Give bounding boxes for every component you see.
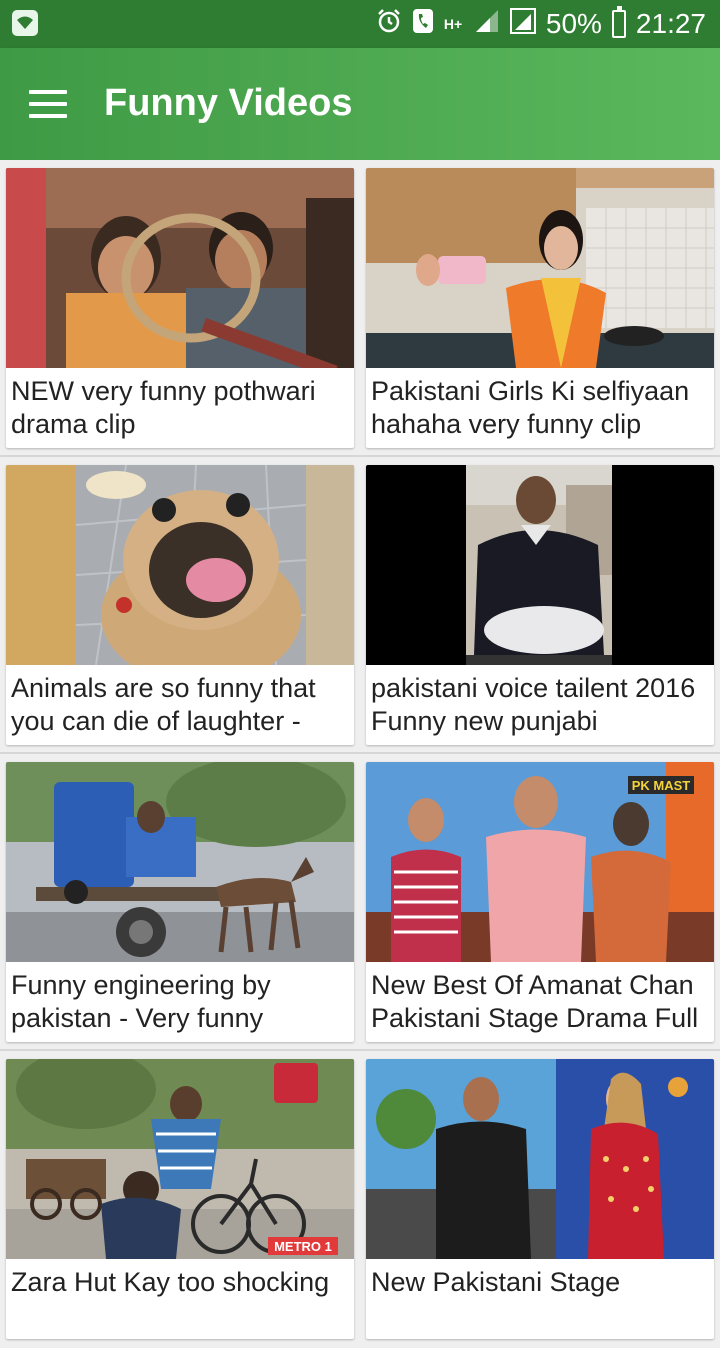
video-thumbnail <box>6 762 354 962</box>
signal-icon <box>474 8 500 41</box>
hamburger-icon <box>29 90 67 94</box>
video-thumbnail <box>366 168 714 368</box>
video-row: METRO 1 Zara Hut Kay too shocking New Pa… <box>0 1051 720 1348</box>
video-card[interactable]: Funny engineering by pakistan - Very fun… <box>6 762 354 1042</box>
video-card[interactable]: PK MAST New Best Of Amanat Chan Pakistan… <box>366 762 714 1042</box>
video-card[interactable]: Pakistani Girls Ki selfiyaan hahaha very… <box>366 168 714 448</box>
video-title: Funny engineering by pakistan - Very fun… <box>11 970 271 1033</box>
app-bar: Funny Videos <box>0 48 720 160</box>
video-title: Zara Hut Kay too shocking <box>11 1267 330 1297</box>
clock: 21:27 <box>635 8 706 39</box>
status-bar: H+ 50% 21:27 <box>0 0 720 48</box>
video-thumbnail <box>6 168 354 368</box>
video-card[interactable]: NEW very funny pothwari drama clip <box>6 168 354 448</box>
menu-button[interactable] <box>24 84 72 124</box>
video-title: NEW very funny pothwari drama clip <box>11 376 316 439</box>
video-card[interactable]: New Pakistani Stage <box>366 1059 714 1339</box>
battery-icon <box>611 6 626 38</box>
signal-sim2-icon <box>509 7 536 41</box>
video-thumbnail: METRO 1 <box>6 1059 354 1259</box>
video-thumbnail: PK MAST <box>366 762 714 962</box>
page-title: Funny Videos <box>104 82 353 124</box>
video-card[interactable]: METRO 1 Zara Hut Kay too shocking <box>6 1059 354 1339</box>
video-thumbnail <box>6 465 354 665</box>
video-row: Funny engineering by pakistan - Very fun… <box>0 754 720 1051</box>
video-title: New Pakistani Stage <box>371 1267 621 1297</box>
video-title: New Best Of Amanat Chan Pakistani Stage … <box>371 970 699 1033</box>
video-card[interactable]: Animals are so funny that you can die of… <box>6 465 354 745</box>
phone-icon <box>412 8 434 41</box>
hplus-network-icon: H+ <box>443 16 463 32</box>
video-row: Animals are so funny that you can die of… <box>0 457 720 754</box>
metro-logo: METRO 1 <box>274 1239 332 1254</box>
video-row: NEW very funny pothwari drama clip Pakis… <box>0 160 720 457</box>
video-title: Animals are so funny that you can die of… <box>11 673 316 736</box>
video-title: pakistani voice tailent 2016 Funny new p… <box>371 673 696 736</box>
wifi-notification-icon <box>12 10 38 36</box>
video-thumbnail <box>366 465 714 665</box>
video-card[interactable]: pakistani voice tailent 2016 Funny new p… <box>366 465 714 745</box>
video-title: Pakistani Girls Ki selfiyaan hahaha very… <box>371 376 690 439</box>
video-thumbnail <box>366 1059 714 1259</box>
alarm-icon <box>376 8 402 41</box>
battery-percent: 50% <box>545 8 602 39</box>
pk-mast-logo: PK MAST <box>632 778 691 793</box>
